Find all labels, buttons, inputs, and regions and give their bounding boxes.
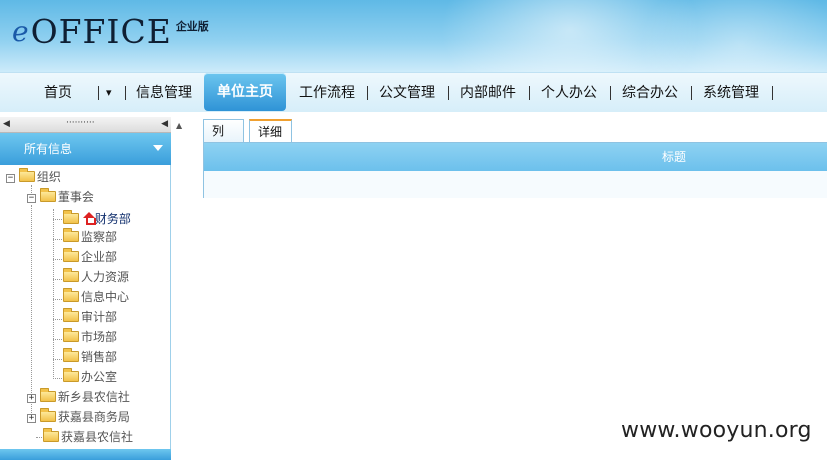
tree-connector — [53, 359, 62, 360]
collapse-right-icon[interactable]: ◀ — [161, 119, 168, 129]
folder-icon — [39, 188, 56, 202]
scroll-up-icon[interactable]: ▲ — [176, 121, 182, 130]
expand-toggle-icon[interactable]: + — [27, 414, 36, 423]
tree-node-huojia-credit[interactable]: 获嘉县农信社 — [43, 428, 133, 446]
collapse-toggle-icon[interactable]: − — [6, 174, 15, 183]
nav-item-personal-office[interactable]: 个人办公 — [541, 73, 597, 113]
folder-icon — [43, 428, 59, 442]
nav-separator — [125, 86, 126, 100]
folder-icon — [63, 368, 79, 382]
tree-node-sales[interactable]: 销售部 — [63, 348, 117, 366]
nav-item-system-management[interactable]: 系统管理 — [703, 73, 759, 113]
panel-footer — [0, 449, 171, 460]
nav-item-home[interactable]: 首页 — [44, 73, 72, 113]
tree-connector — [53, 239, 62, 240]
watermark-text: www.wooyun.org — [621, 418, 812, 443]
tree-connector — [53, 219, 62, 220]
tab-list[interactable]: 列表 — [203, 119, 244, 160]
detail-table: 标题 — [203, 142, 827, 198]
expand-toggle-icon[interactable]: + — [27, 394, 36, 403]
tree-node-supervision[interactable]: 监察部 — [63, 228, 117, 246]
nav-item-unit-home[interactable]: 单位主页 — [204, 73, 286, 111]
tree-node-board[interactable]: − 董事会 — [27, 188, 94, 206]
panel-splitter[interactable]: ◀ ·········· ◀ — [0, 117, 171, 133]
nav-separator — [98, 86, 99, 100]
table-row — [204, 171, 827, 198]
nav-dropdown-caret[interactable]: ▾ — [106, 73, 112, 113]
tree-node-org[interactable]: − 组织 — [6, 168, 61, 186]
folder-icon — [63, 328, 79, 342]
tree-node-audit[interactable]: 审计部 — [63, 308, 117, 326]
home-icon — [82, 212, 96, 225]
panel-title[interactable]: 所有信息 — [0, 133, 171, 165]
header-banner: e OFFICE 企业版 — [0, 0, 827, 72]
tree-node-enterprise[interactable]: 企业部 — [63, 248, 117, 266]
tree-connector — [53, 299, 62, 300]
splitter-grip-icon[interactable]: ·········· — [66, 118, 95, 128]
tree-node-marketing[interactable]: 市场部 — [63, 328, 117, 346]
banner-glow-2 — [640, 0, 827, 72]
folder-icon — [63, 348, 79, 362]
tree-connector — [53, 378, 62, 379]
main-nav: 首页 ▾ 信息管理 单位主页 工作流程 公文管理 内部邮件 个人办公 综合办公 … — [0, 72, 827, 112]
folder-icon — [63, 228, 79, 242]
folder-icon — [18, 168, 35, 182]
folder-icon — [39, 408, 56, 422]
tree-node-info-center[interactable]: 信息中心 — [63, 288, 129, 306]
tree-node-office[interactable]: 办公室 — [63, 368, 117, 386]
column-header-title[interactable]: 标题 — [662, 143, 686, 171]
left-panel: ◀ ·········· ◀ 所有信息 − 组织 − 董事会 财务部 监察部 企… — [0, 117, 171, 460]
nav-separator — [691, 86, 692, 100]
tree-connector — [53, 319, 62, 320]
tree-node-xinxiang-credit[interactable]: + 新乡县农信社 — [27, 388, 130, 406]
logo-text: OFFICE — [30, 12, 172, 51]
nav-separator — [772, 86, 773, 100]
folder-icon — [63, 210, 79, 224]
nav-item-workflow[interactable]: 工作流程 — [299, 73, 355, 113]
panel-title-label: 所有信息 — [24, 142, 73, 156]
folder-icon — [63, 288, 79, 302]
tree-connector — [53, 209, 54, 377]
tree-node-huojia-commerce[interactable]: + 获嘉县商务局 — [27, 408, 130, 426]
scroll-gutter: ▲ — [172, 117, 188, 460]
nav-item-document-management[interactable]: 公文管理 — [379, 73, 435, 113]
nav-item-general-office[interactable]: 综合办公 — [622, 73, 678, 113]
nav-item-internal-mail[interactable]: 内部邮件 — [460, 73, 516, 113]
tree-connector — [53, 259, 62, 260]
nav-separator — [367, 86, 368, 100]
chevron-down-icon[interactable] — [153, 145, 163, 151]
nav-separator — [529, 86, 530, 100]
nav-item-info-management[interactable]: 信息管理 — [136, 73, 192, 113]
tree-node-hr[interactable]: 人力资源 — [63, 268, 129, 286]
tree-connector — [31, 205, 32, 415]
table-header: 标题 — [204, 143, 827, 171]
nav-separator — [448, 86, 449, 100]
tab-detail[interactable]: 详细 — [249, 119, 292, 142]
edition-label: 企业版 — [175, 20, 209, 33]
folder-icon — [63, 268, 79, 282]
tree-connector — [53, 339, 62, 340]
collapse-toggle-icon[interactable]: − — [27, 194, 36, 203]
nav-separator — [610, 86, 611, 100]
tree-connector — [53, 279, 62, 280]
tree-node-finance[interactable]: 财务部 — [63, 210, 131, 228]
collapse-left-icon[interactable]: ◀ — [3, 119, 10, 129]
logo: e OFFICE 企业版 — [12, 12, 209, 52]
folder-icon — [39, 388, 56, 402]
folder-icon — [63, 308, 79, 322]
folder-icon — [63, 248, 79, 262]
logo-prefix: e — [12, 15, 29, 48]
